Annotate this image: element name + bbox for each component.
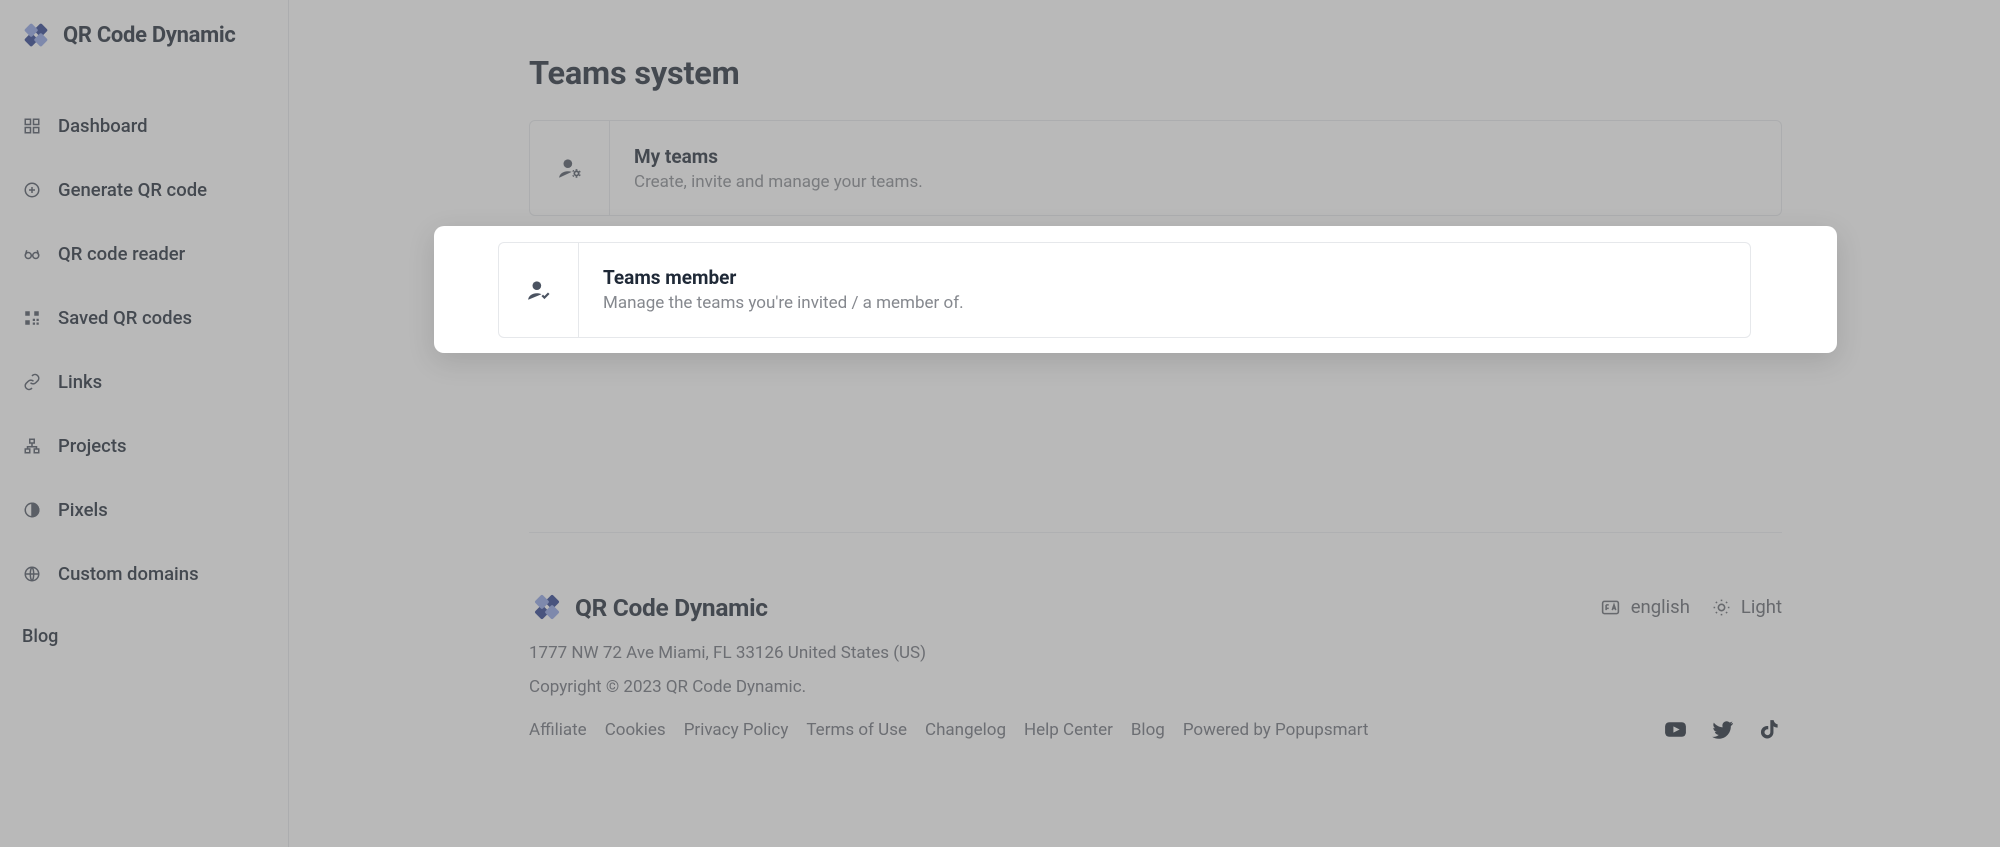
page-title: Teams system	[529, 54, 1782, 92]
card-subtitle: Create, invite and manage your teams.	[634, 172, 1781, 192]
footer-link-privacy[interactable]: Privacy Policy	[684, 720, 789, 740]
language-switch[interactable]: english	[1600, 596, 1690, 618]
footer-controls: english Light	[1600, 596, 1782, 618]
plus-circle-icon	[22, 180, 42, 200]
footer-link-cookies[interactable]: Cookies	[605, 720, 666, 740]
sidebar-item-label: Projects	[58, 435, 127, 457]
footer-link-changelog[interactable]: Changelog	[925, 720, 1006, 740]
sidebar-item-pixels[interactable]: Pixels	[0, 478, 288, 542]
footer-top: QR Code Dynamic english Light	[529, 589, 1782, 625]
footer-link-help[interactable]: Help Center	[1024, 720, 1113, 740]
sidebar-blog-link[interactable]: Blog	[0, 606, 288, 647]
diagram-icon	[22, 436, 42, 456]
sidebar-item-label: QR code reader	[58, 243, 185, 265]
sidebar-item-projects[interactable]: Projects	[0, 414, 288, 478]
sidebar-item-label: Saved QR codes	[58, 307, 192, 329]
sidebar-blog-label: Blog	[22, 626, 58, 647]
footer-link-blog[interactable]: Blog	[1131, 720, 1165, 740]
sidebar-item-label: Pixels	[58, 499, 108, 521]
footer-link-powered[interactable]: Powered by Popupsmart	[1183, 720, 1369, 740]
sidebar-item-label: Links	[58, 371, 102, 393]
main: Teams system My teams Create, invite and…	[289, 0, 2000, 847]
language-icon	[1600, 597, 1621, 618]
user-check-icon	[499, 243, 579, 337]
app-root: QR Code Dynamic Dashboard Generate QR co…	[0, 0, 2000, 847]
sidebar-item-label: Dashboard	[58, 115, 148, 137]
footer-link-affiliate[interactable]: Affiliate	[529, 720, 587, 740]
sidebar-item-generate[interactable]: Generate QR code	[0, 158, 288, 222]
user-cog-icon	[530, 121, 610, 215]
sidebar-item-dashboard[interactable]: Dashboard	[0, 94, 288, 158]
brand-logo-icon	[19, 18, 53, 52]
link-icon	[22, 372, 42, 392]
qr-icon	[22, 308, 42, 328]
card-subtitle: Manage the teams you're invited / a memb…	[603, 293, 1750, 313]
language-label: english	[1631, 596, 1690, 618]
theme-switch[interactable]: Light	[1712, 596, 1782, 618]
tour-spotlight: Teams member Manage the teams you're inv…	[434, 226, 1837, 353]
brand-logo-icon	[529, 589, 565, 625]
sidebar-item-links[interactable]: Links	[0, 350, 288, 414]
card-body: My teams Create, invite and manage your …	[610, 121, 1781, 215]
footer-brand[interactable]: QR Code Dynamic	[529, 589, 768, 625]
footer-link-terms[interactable]: Terms of Use	[806, 720, 907, 740]
sidebar-item-reader[interactable]: QR code reader	[0, 222, 288, 286]
card-teams-member-highlight[interactable]: Teams member Manage the teams you're inv…	[498, 242, 1751, 338]
globe-icon	[22, 564, 42, 584]
footer-links-left: Affiliate Cookies Privacy Policy Terms o…	[529, 720, 1369, 740]
social-icons	[1663, 717, 1782, 742]
sidebar: QR Code Dynamic Dashboard Generate QR co…	[0, 0, 289, 847]
footer-copyright: Copyright © 2023 QR Code Dynamic.	[529, 677, 1782, 697]
half-circle-icon	[22, 500, 42, 520]
card-title: Teams member	[603, 266, 1750, 289]
sidebar-nav: Dashboard Generate QR code QR code reade…	[0, 72, 288, 606]
tiktok-icon[interactable]	[1757, 717, 1782, 742]
footer: QR Code Dynamic english Light	[529, 532, 1782, 742]
sidebar-item-label: Custom domains	[58, 563, 199, 585]
twitter-icon[interactable]	[1710, 717, 1735, 742]
glasses-icon	[22, 244, 42, 264]
youtube-icon[interactable]	[1663, 717, 1688, 742]
sidebar-item-domains[interactable]: Custom domains	[0, 542, 288, 606]
sun-icon	[1712, 598, 1731, 617]
footer-brand-name: QR Code Dynamic	[575, 593, 768, 622]
sidebar-item-label: Generate QR code	[58, 179, 207, 201]
brand-name: QR Code Dynamic	[63, 23, 236, 48]
footer-links: Affiliate Cookies Privacy Policy Terms o…	[529, 717, 1782, 742]
brand[interactable]: QR Code Dynamic	[0, 18, 288, 72]
card-body: Teams member Manage the teams you're inv…	[579, 243, 1750, 337]
card-my-teams[interactable]: My teams Create, invite and manage your …	[529, 120, 1782, 216]
card-title: My teams	[634, 145, 1781, 168]
sidebar-item-saved[interactable]: Saved QR codes	[0, 286, 288, 350]
theme-label: Light	[1741, 596, 1782, 618]
footer-address: 1777 NW 72 Ave Miami, FL 33126 United St…	[529, 643, 1782, 663]
grid-icon	[22, 116, 42, 136]
